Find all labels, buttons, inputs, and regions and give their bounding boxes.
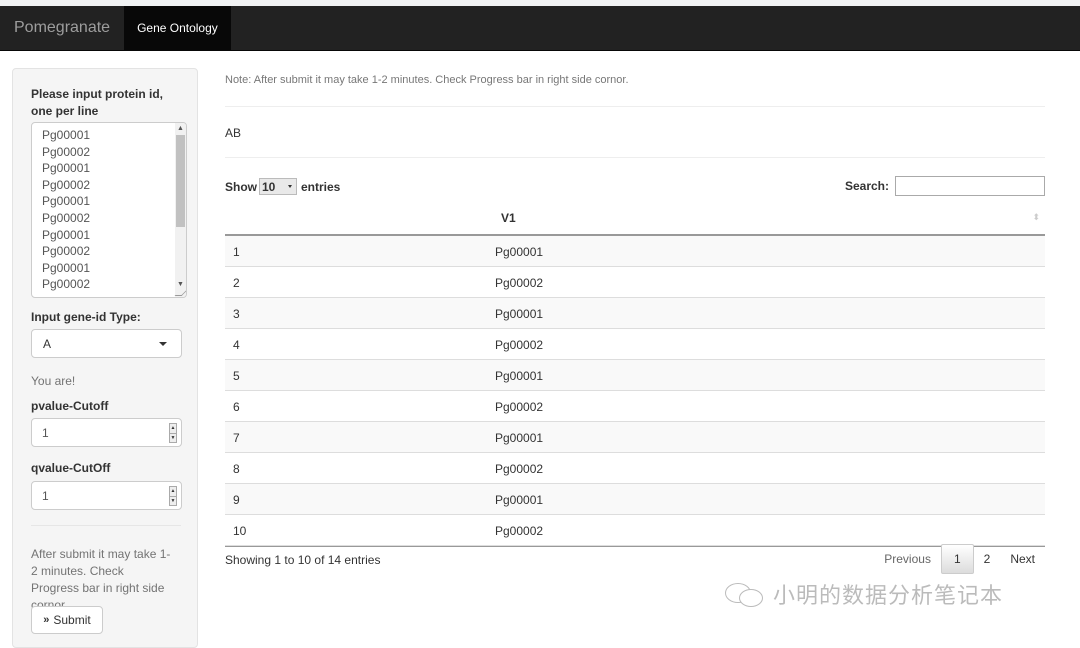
protein-id-line: Pg00002 — [42, 277, 91, 292]
gene-type-value: A — [43, 336, 52, 351]
cell-v1: Pg00001 — [495, 493, 544, 507]
cell-index: 5 — [233, 369, 240, 383]
protein-id-line: Pg00002 — [42, 210, 91, 225]
cell-v1: Pg00002 — [495, 400, 544, 414]
protein-id-line: Pg00001 — [42, 194, 91, 209]
protein-id-line: Pg00002 — [42, 144, 91, 159]
submit-button[interactable]: » Submit — [31, 606, 103, 634]
cell-v1: Pg00001 — [495, 369, 544, 383]
navbar: Pomegranate Gene Ontology — [0, 6, 1080, 51]
cell-v1: Pg00002 — [495, 462, 544, 476]
divider — [225, 157, 1045, 158]
page-2-button[interactable]: 2 — [974, 544, 1001, 574]
protein-id-line: Pg00002 — [42, 177, 91, 192]
note-text: Note: After submit it may take 1-2 minut… — [225, 74, 629, 86]
table-info: Showing 1 to 10 of 14 entries — [225, 553, 381, 567]
sidebar-divider — [31, 525, 181, 526]
cell-index: 10 — [233, 524, 247, 538]
show-label: Show — [225, 179, 257, 194]
cell-v1: Pg00002 — [495, 338, 544, 352]
scroll-thumb[interactable] — [176, 135, 185, 227]
qvalue-input[interactable]: 1 ▲ ▼ — [31, 481, 182, 510]
watermark-text: 小明的数据分析笔记本 — [773, 584, 1004, 609]
entries-label: entries — [301, 179, 341, 194]
protein-id-lines: Pg00001 Pg00002 Pg00001 Pg00002 Pg00001 Pg000… — [42, 127, 90, 293]
cell-v1: Pg00001 — [495, 245, 544, 259]
page-length-value: 10 — [262, 179, 276, 194]
spin-up-icon[interactable]: ▲ — [170, 424, 176, 434]
cell-index: 2 — [233, 276, 240, 290]
textarea-scrollbar[interactable]: ▲ ▼ — [175, 123, 186, 297]
cell-v1: Pg00001 — [495, 307, 544, 321]
table-row[interactable]: 2 Pg00002 — [225, 267, 1045, 298]
qvalue-spinner[interactable]: ▲ ▼ — [169, 486, 177, 506]
table-row[interactable]: 9 Pg00001 — [225, 484, 1045, 515]
table-row[interactable]: 3 Pg00001 — [225, 298, 1045, 329]
table-row[interactable]: 1 Pg00001 — [225, 236, 1045, 267]
protein-input-label: Please input protein id, one per line — [31, 87, 164, 118]
output-text: AB — [225, 126, 242, 140]
double-chevron-right-icon: » — [43, 614, 50, 626]
sort-icon[interactable]: ⬍ — [1032, 212, 1040, 223]
page-length-control: Show 10 entries — [225, 178, 340, 195]
protein-id-textarea[interactable]: Pg00001 Pg00002 Pg00001 Pg00002 Pg00001 Pg000… — [31, 122, 187, 298]
table-row[interactable]: 6 Pg00002 — [225, 391, 1045, 422]
search-label: Search: — [844, 179, 889, 193]
gene-type-help: You are! — [31, 374, 76, 388]
scroll-up-icon[interactable]: ▲ — [175, 124, 186, 134]
cell-v1: Pg00001 — [495, 431, 544, 445]
data-table: V1 ⬍ 1 Pg00001 2 Pg00002 3 Pg00001 4 Pg00002 5 Pg… — [225, 203, 1045, 547]
page-length-select[interactable]: 10 — [259, 178, 297, 195]
pvalue-input[interactable]: 1 ▲ ▼ — [31, 418, 182, 447]
search-control: Search: — [845, 176, 1045, 196]
gene-type-select[interactable]: A — [31, 329, 182, 358]
pagination: Previous 1 2 Next — [874, 544, 1045, 574]
gene-type-label: Input gene-id Type: — [31, 310, 141, 324]
spin-down-icon[interactable]: ▼ — [170, 434, 176, 443]
pvalue-spinner[interactable]: ▲ ▼ — [169, 423, 177, 443]
table-body: 1 Pg00001 2 Pg00002 3 Pg00001 4 Pg00002 5 Pg00001… — [225, 236, 1045, 547]
protein-id-line: Pg00001 — [42, 128, 91, 142]
previous-button[interactable]: Previous — [874, 544, 941, 574]
tab-gene-ontology[interactable]: Gene Ontology — [124, 6, 231, 50]
cell-index: 6 — [233, 400, 240, 414]
protein-id-line: Pg00001 — [42, 161, 91, 176]
cell-index: 8 — [233, 462, 240, 476]
submit-help: After submit it may take 1-2 minutes. Ch… — [31, 547, 171, 612]
qvalue-label: qvalue-CutOff — [31, 461, 111, 475]
qvalue-value: 1 — [42, 488, 49, 503]
table-row[interactable]: 8 Pg00002 — [225, 453, 1045, 484]
cell-index: 7 — [233, 431, 240, 445]
wechat-icon — [725, 581, 769, 607]
table-header: V1 ⬍ — [225, 203, 1045, 236]
spin-up-icon[interactable]: ▲ — [170, 487, 176, 497]
cell-index: 9 — [233, 493, 240, 507]
page-1-button[interactable]: 1 — [940, 544, 974, 574]
sidebar-panel: Please input protein id, one per line Pg… — [12, 68, 198, 648]
spin-down-icon[interactable]: ▼ — [170, 497, 176, 506]
cell-index: 1 — [233, 245, 240, 259]
brand[interactable]: Pomegranate — [0, 6, 124, 50]
cell-index: 4 — [233, 338, 240, 352]
search-input[interactable] — [895, 176, 1045, 196]
divider — [225, 106, 1045, 107]
caret-down-icon — [159, 342, 167, 346]
cell-v1: Pg00002 — [495, 276, 544, 290]
protein-id-line: Pg00002 — [42, 244, 91, 259]
watermark: 小明的数据分析笔记本 — [725, 578, 1003, 610]
pvalue-value: 1 — [42, 425, 49, 440]
protein-id-line: Pg00001 — [42, 260, 91, 275]
table-row[interactable]: 7 Pg00001 — [225, 422, 1045, 453]
protein-id-line: Pg00001 — [42, 227, 91, 242]
caret-down-icon — [288, 185, 292, 188]
table-row[interactable]: 10 Pg00002 — [225, 515, 1045, 546]
cell-v1: Pg00002 — [495, 524, 544, 538]
column-header-v1[interactable]: V1 — [501, 211, 516, 225]
table-row[interactable]: 5 Pg00001 — [225, 360, 1045, 391]
submit-label: Submit — [53, 613, 91, 627]
cell-index: 3 — [233, 307, 240, 321]
table-row[interactable]: 4 Pg00002 — [225, 329, 1045, 360]
pvalue-label: pvalue-Cutoff — [31, 399, 109, 413]
next-button[interactable]: Next — [1000, 544, 1045, 574]
